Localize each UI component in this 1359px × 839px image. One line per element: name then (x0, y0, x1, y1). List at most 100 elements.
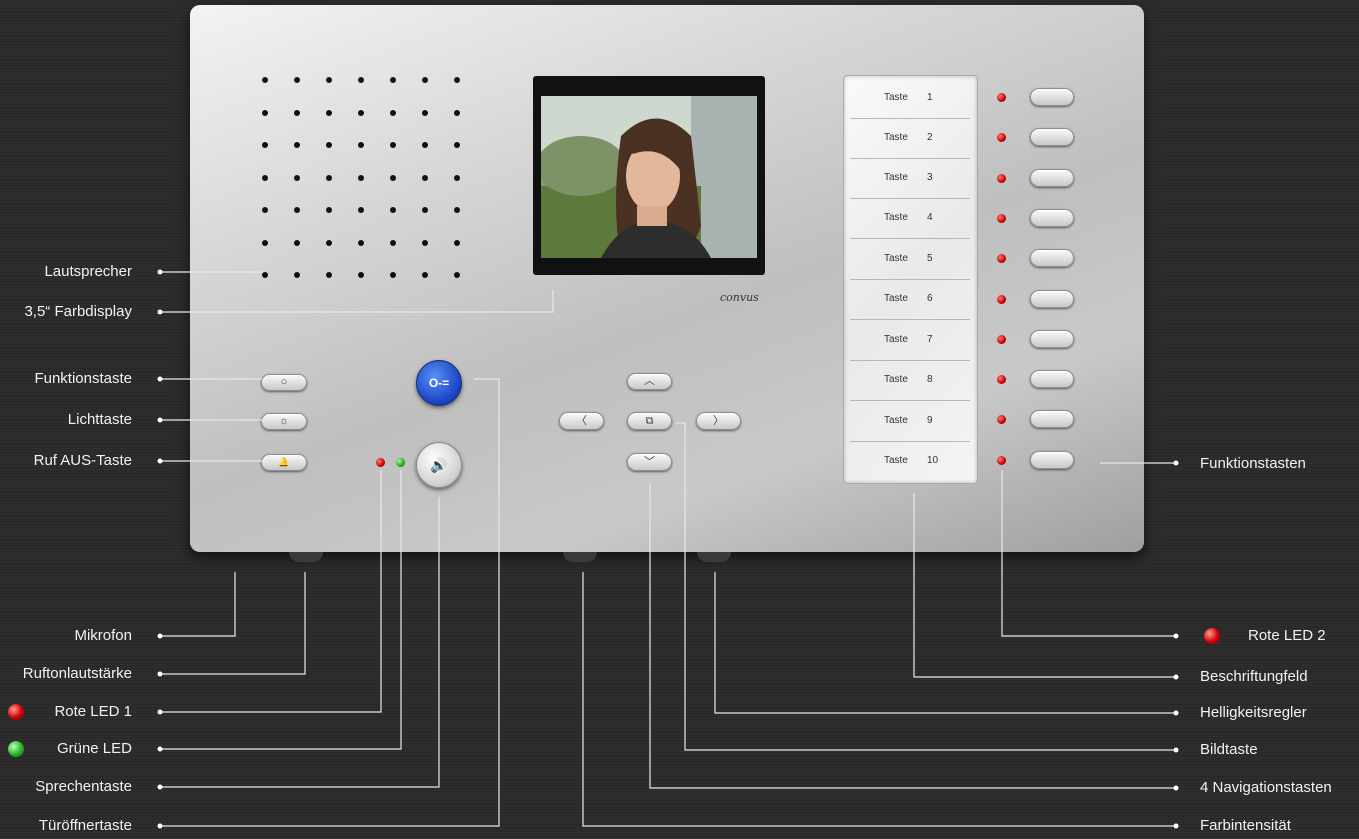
function-key-8[interactable] (1030, 370, 1074, 389)
label-brightness: Helligkeitsregler (1200, 704, 1307, 721)
label-row: Taste 10 (884, 455, 939, 466)
door-opener-button[interactable]: O-= (416, 360, 462, 406)
function-key-led (997, 133, 1006, 143)
label-talk-key: Sprechentaste (35, 778, 132, 795)
nav-up-button[interactable]: ︿ (627, 373, 672, 390)
chevron-right-icon: 〉 (713, 414, 724, 427)
label-function-key: Funktionstaste (34, 370, 132, 387)
label-green-led: Grüne LED (56, 740, 132, 757)
chevron-up-icon: ︿ (644, 375, 655, 387)
grille-hole (422, 109, 428, 116)
grille-hole (390, 239, 396, 246)
grille-hole (294, 207, 300, 213)
label-row: Taste 6 (850, 279, 970, 320)
label-light-key: Lichttaste (67, 411, 132, 428)
grille-hole (390, 174, 396, 181)
grille-hole (358, 207, 364, 213)
grille-hole (262, 207, 268, 213)
talk-button[interactable]: 🔊 (416, 442, 462, 488)
speaker-icon: 🔊 (430, 457, 448, 473)
display-screen (541, 96, 757, 258)
function-key-3[interactable] (1030, 168, 1074, 187)
function-key-led (997, 294, 1006, 304)
picture-icon: ⧉ (645, 414, 654, 427)
grille-hole (294, 142, 300, 148)
label-row: Taste 7 (850, 320, 970, 361)
label-field: Taste 1 Taste 2 Taste 3 Taste 4 Taste 5 Taste… (843, 75, 978, 484)
grille-hole (326, 207, 332, 213)
label-row: Taste 9 (850, 401, 970, 442)
sun-icon: ☼ (278, 415, 290, 427)
brand-logo: convus (720, 291, 759, 304)
grille-hole (262, 272, 268, 278)
nav-down-button[interactable]: ﹀ (627, 453, 672, 471)
grille-hole (326, 174, 332, 181)
function-key-6[interactable] (1030, 289, 1074, 308)
light-button[interactable]: ☼ (261, 413, 307, 430)
grille-hole (454, 207, 460, 213)
function-button[interactable]: ○ (261, 374, 307, 391)
function-key-led (997, 173, 1006, 183)
key-icon: O-= (428, 376, 450, 390)
microphone-foot (289, 552, 323, 562)
grille-hole (326, 142, 332, 148)
grille-hole (358, 174, 364, 181)
function-key-9[interactable] (1030, 410, 1074, 429)
grille-hole (294, 174, 300, 181)
ringer-off-button[interactable]: 🔔 (261, 454, 307, 471)
grille-hole (390, 109, 396, 116)
green-led (396, 458, 405, 467)
function-key-7[interactable] (1030, 329, 1074, 348)
function-key-led (997, 375, 1006, 385)
grille-hole (390, 272, 396, 278)
grille-hole (326, 239, 332, 246)
function-key-led (997, 93, 1006, 102)
picture-button[interactable]: ⧉ (627, 412, 672, 430)
function-key-4[interactable] (1030, 208, 1074, 227)
grille-hole (294, 272, 300, 278)
label-row: Taste 2 (850, 118, 970, 159)
label-ringer-volume: Ruftonlautstärke (22, 665, 132, 682)
grille-hole (326, 272, 332, 278)
nav-right-button[interactable]: 〉 (696, 412, 741, 430)
function-key-led (997, 455, 1006, 465)
grille-hole (454, 239, 460, 246)
grille-hole (454, 109, 460, 116)
grille-hole (454, 174, 460, 181)
grille-hole (390, 77, 396, 83)
label-picture-key: Bildtaste (1200, 741, 1258, 758)
function-key-1[interactable] (1030, 88, 1074, 106)
function-key-led (997, 334, 1006, 344)
brightness-wheel[interactable] (697, 552, 731, 562)
function-key-5[interactable] (1030, 249, 1074, 268)
label-red-led-1: Rote LED 1 (54, 703, 132, 720)
grille-hole (454, 77, 460, 83)
grille-hole (326, 109, 332, 116)
grille-hole (390, 207, 396, 213)
bell-icon: 🔔 (278, 457, 290, 467)
grille-hole (358, 77, 364, 83)
grille-hole (454, 142, 460, 148)
circle-icon: ○ (280, 376, 288, 388)
green-led-icon (8, 741, 24, 757)
color-display (533, 76, 765, 275)
function-key-led (997, 415, 1006, 425)
function-key-2[interactable] (1030, 128, 1074, 147)
grille-hole (262, 174, 268, 181)
label-nav-keys: 4 Navigationstasten (1200, 779, 1332, 796)
label-door-opener-key: Türöffnertaste (38, 817, 132, 834)
label-row: Taste 5 (850, 239, 970, 280)
red-led-icon (1204, 628, 1220, 644)
function-key-led (997, 213, 1006, 223)
label-label-field: Beschriftungfeld (1200, 668, 1308, 685)
label-row: Taste 4 (850, 198, 970, 239)
video-intercom-panel: convus ○ ☼ 🔔 O-= 🔊 ︿ 〈 ⧉ 〉 ﹀ Taste 1 Tast… (190, 5, 1144, 552)
red-led-icon (8, 704, 24, 720)
grille-hole (390, 142, 396, 148)
function-key-10[interactable] (1030, 450, 1074, 469)
grille-hole (358, 272, 364, 278)
grille-hole (294, 239, 300, 246)
color-intensity-wheel[interactable] (563, 552, 597, 562)
grille-hole (422, 239, 428, 246)
nav-left-button[interactable]: 〈 (559, 412, 604, 430)
